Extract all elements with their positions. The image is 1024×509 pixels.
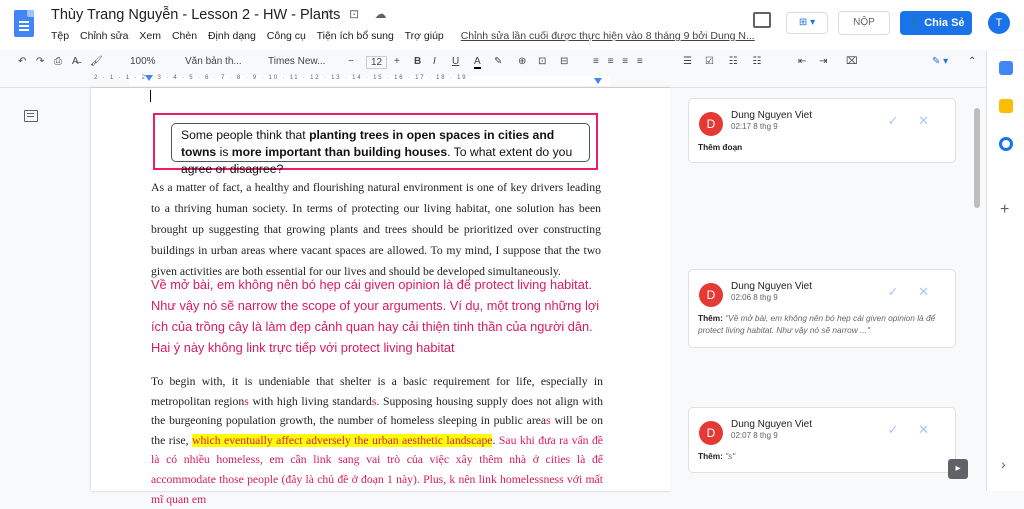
comment-body: Thêm đoạn [698, 142, 743, 152]
comment-body: Thêm: "s" [698, 451, 736, 461]
document-outline-icon[interactable] [24, 110, 38, 122]
add-comment-icon[interactable]: ⊡ [538, 56, 546, 67]
side-apps-bar: + › [986, 51, 1024, 491]
teacher-inline-comment[interactable]: Về mở bài, em không nên bó hẹp cái given… [151, 274, 601, 358]
menu-addons[interactable]: Tiện ích bổ sung [317, 30, 394, 42]
accept-reject-icons[interactable]: ✓ ✕ [888, 113, 937, 129]
text-cursor [150, 90, 151, 102]
menu-format[interactable]: Định dạng [208, 30, 256, 42]
vertical-ruler [0, 88, 10, 491]
comment-history-icon[interactable] [753, 12, 771, 28]
comment-card[interactable]: D Dung Nguyen Viet 02:07 8 thg 9 ✓ ✕ Thê… [688, 407, 956, 473]
title-actions-icons[interactable]: ☆ ⊡ ☁ [323, 7, 392, 21]
menu-file[interactable]: Tệp [51, 30, 69, 42]
comment-time: 02:07 8 thg 9 [731, 431, 778, 440]
calendar-icon[interactable] [999, 61, 1013, 75]
header-bar: Thùy Trang Nguyễn - Lesson 2 - HW - Plan… [0, 0, 1024, 50]
increase-font-button[interactable]: + [394, 56, 400, 67]
keep-icon[interactable] [999, 99, 1013, 113]
avatar: D [699, 283, 723, 307]
menu-bar: Tệp Chỉnh sửa Xem Chèn Định dạng Công cụ… [51, 30, 763, 42]
comment-author: Dung Nguyen Viet [731, 419, 812, 430]
indent-marker-icon[interactable] [145, 75, 153, 81]
horizontal-ruler[interactable]: 2 · 1 · 1 · 2 · 3 · 4 · 5 · 6 · 7 · 8 · … [0, 74, 985, 88]
comments-scrollbar[interactable] [974, 108, 980, 208]
clear-format-icon[interactable]: ⌧ [846, 56, 858, 67]
document-page[interactable]: Some people think that planting trees in… [91, 88, 670, 506]
menu-view[interactable]: Xem [139, 30, 161, 42]
comment-time: 02:06 8 thg 9 [731, 293, 778, 302]
essay-prompt: Some people think that planting trees in… [171, 123, 590, 176]
document-title[interactable]: Thùy Trang Nguyễn - Lesson 2 - HW - Plan… [51, 7, 340, 23]
tasks-icon[interactable] [999, 137, 1013, 151]
comment-author: Dung Nguyen Viet [731, 281, 812, 292]
user-avatar[interactable]: T [988, 12, 1010, 34]
highlight-color-icon[interactable]: ✎ [494, 56, 502, 67]
insert-link-icon[interactable]: ⊕ [518, 56, 526, 67]
collapse-toolbar-icon[interactable]: ⌃ [968, 56, 976, 67]
align-icons[interactable]: ≡ ≡ ≡ ≡ [593, 56, 646, 67]
redo-icon[interactable]: ↷ [36, 56, 44, 67]
comment-card[interactable]: D Dung Nguyen Viet 02:17 8 thg 9 ✓ ✕ Thê… [688, 98, 956, 163]
expand-panel-icon[interactable]: ▸ [948, 459, 968, 479]
submit-button[interactable]: NỘP [838, 11, 890, 35]
comment-author: Dung Nguyen Viet [731, 110, 812, 121]
indent-icons[interactable]: ⇤ ⇥ [798, 56, 833, 67]
menu-insert[interactable]: Chèn [172, 30, 197, 42]
essay-paragraph-body[interactable]: To begin with, it is undeniable that she… [151, 372, 603, 509]
chevron-right-icon[interactable]: › [1001, 456, 1006, 472]
essay-prompt-box: Some people think that planting trees in… [153, 113, 598, 176]
share-button[interactable]: 👤 Chia Sẻ [900, 11, 972, 35]
line-spacing-icon[interactable]: ☰ [683, 56, 692, 67]
zoom-select[interactable]: 100% [130, 56, 156, 67]
style-select[interactable]: Văn bản th... [185, 56, 242, 67]
comment-body: Thêm: "Về mở bài, em không nên bó hẹp cá… [698, 313, 936, 335]
print-icon[interactable]: ⎙ [54, 56, 62, 67]
formatting-toolbar: ↶ ↷ ⎙ A̶ 🖌 100% Văn bản th... Times New.… [8, 51, 986, 74]
list-icons[interactable]: ☑ ☷ ☷ [705, 56, 767, 67]
docs-logo-icon[interactable] [14, 10, 34, 37]
comment-card[interactable]: D Dung Nguyen Viet 02:06 8 thg 9 ✓ ✕ Thê… [688, 269, 956, 348]
comment-time: 02:17 8 thg 9 [731, 122, 778, 131]
essay-paragraph-intro[interactable]: As a matter of fact, a healthy and flour… [151, 177, 601, 282]
underline-button[interactable]: U [452, 56, 459, 67]
insert-image-icon[interactable]: ⊟ [560, 56, 568, 67]
spellcheck-icon[interactable]: A̶ [72, 56, 79, 67]
undo-icon[interactable]: ↶ [18, 56, 26, 67]
add-addon-icon[interactable]: + [1000, 201, 1009, 219]
last-edit-link[interactable]: Chỉnh sửa lần cuối được thực hiện vào 8 … [461, 30, 755, 42]
font-size-input[interactable]: 12 [366, 56, 388, 69]
avatar: D [699, 421, 723, 445]
accept-reject-icons[interactable]: ✓ ✕ [888, 422, 937, 438]
present-button[interactable]: ⊞ ▾ [786, 12, 828, 34]
menu-help[interactable]: Trợ giúp [405, 30, 444, 42]
font-select[interactable]: Times New... [268, 56, 325, 67]
accept-reject-icons[interactable]: ✓ ✕ [888, 284, 937, 300]
italic-button[interactable]: I [433, 56, 436, 67]
editing-mode-icon[interactable]: ✎ ▾ [932, 56, 948, 67]
decrease-font-button[interactable]: − [348, 56, 354, 67]
text-color-button[interactable]: A [474, 56, 481, 69]
highlighted-text: which eventually affect adversely the ur… [192, 433, 493, 447]
avatar: D [699, 112, 723, 136]
paint-format-icon[interactable]: 🖌 [90, 56, 103, 67]
menu-tools[interactable]: Công cụ [267, 30, 306, 42]
right-indent-marker-icon[interactable] [594, 78, 602, 84]
menu-edit[interactable]: Chỉnh sửa [80, 30, 128, 42]
bold-button[interactable]: B [414, 56, 421, 67]
